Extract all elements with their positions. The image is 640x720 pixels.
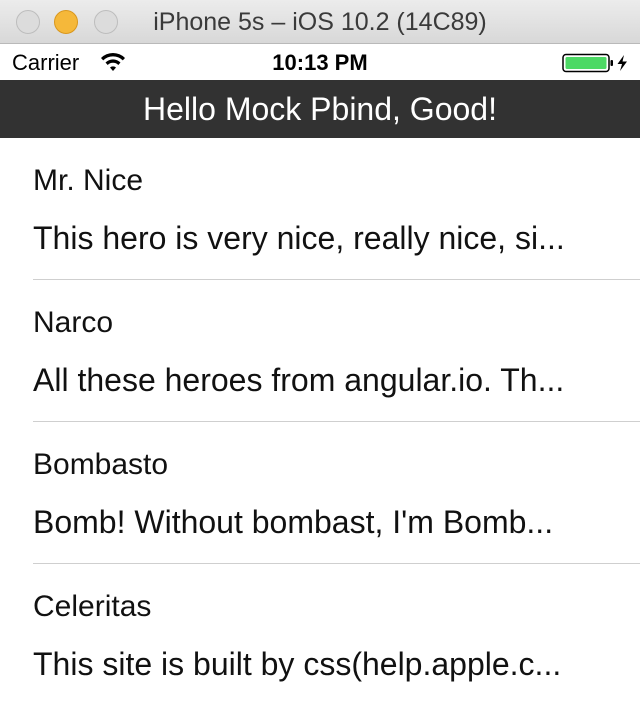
list-item[interactable]: Mr. Nice This hero is very nice, really …	[0, 138, 640, 280]
list-item[interactable]: Narco All these heroes from angular.io. …	[0, 280, 640, 422]
window-title: iPhone 5s – iOS 10.2 (14C89)	[153, 8, 487, 36]
hero-description: Bomb! Without bombast, I'm Bomb...	[33, 504, 554, 540]
list-item[interactable]: Celeritas This site is built by css(help…	[0, 564, 640, 706]
hero-name: Narco	[33, 306, 114, 339]
navigation-bar: Hello Mock Pbind, Good!	[0, 80, 640, 138]
status-time: 10:13 PM	[272, 50, 368, 75]
nav-title: Hello Mock Pbind, Good!	[143, 91, 497, 127]
hero-description: This hero is very nice, really nice, si.…	[33, 220, 565, 256]
hero-name: Celeritas	[33, 590, 152, 623]
simulator-window: iPhone 5s – iOS 10.2 (14C89) Carrier 10:…	[0, 0, 640, 720]
battery-icon	[562, 53, 627, 73]
window-titlebar: iPhone 5s – iOS 10.2 (14C89)	[0, 0, 640, 44]
hero-name: Bombasto	[33, 448, 169, 481]
hero-name: Mr. Nice	[33, 164, 144, 197]
list-item[interactable]: Bombasto Bomb! Without bombast, I'm Bomb…	[0, 422, 640, 564]
charging-bolt-icon	[617, 55, 627, 71]
ios-status-bar: Carrier 10:13 PM	[0, 44, 640, 80]
hero-description: This site is built by css(help.apple.c..…	[33, 646, 562, 682]
hero-description: All these heroes from angular.io. Th...	[33, 362, 565, 398]
hero-list: Mr. Nice This hero is very nice, really …	[0, 138, 640, 706]
